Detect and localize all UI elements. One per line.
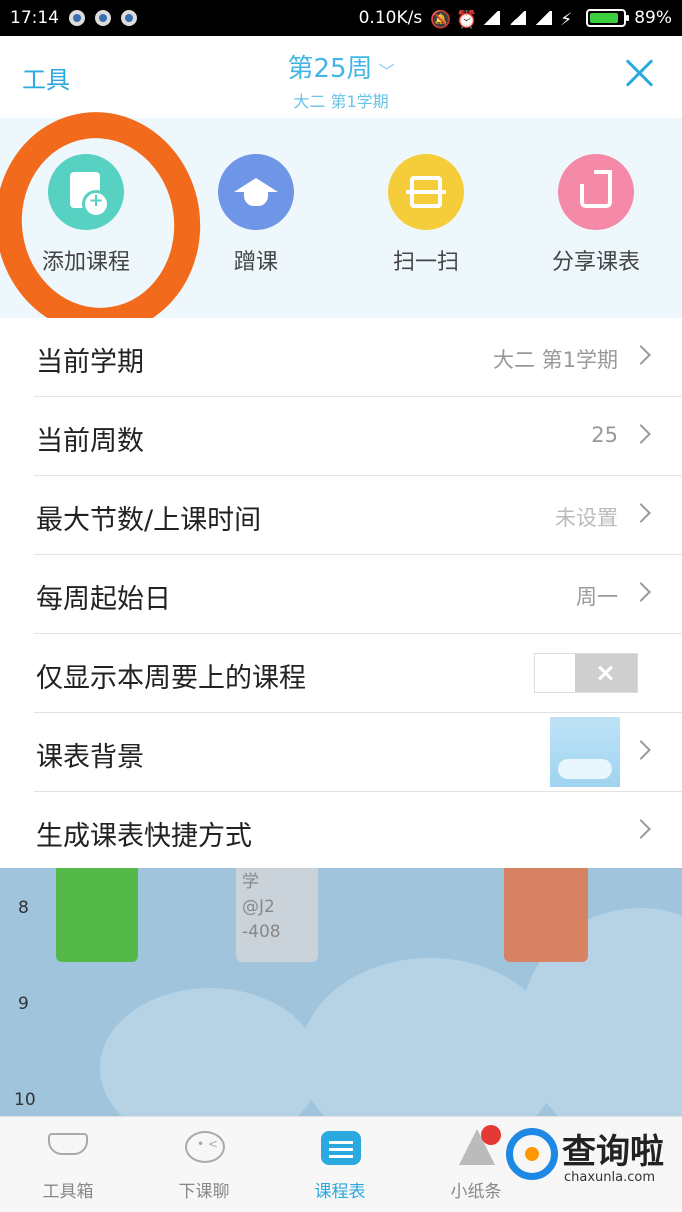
status-time: 17:14 (10, 8, 59, 28)
nav-timetable-label: 课程表 (314, 1182, 366, 1202)
toolbox-glyph (48, 1133, 88, 1155)
show-this-week-only-toggle[interactable] (534, 653, 638, 693)
course-card[interactable] (56, 868, 138, 962)
week-start-label: 每周起始日 (36, 584, 171, 615)
shortcut-row[interactable]: 生成课表快捷方式 (34, 792, 682, 871)
max-sections-row[interactable]: 最大节数/上课时间 未设置 (34, 476, 682, 555)
hour-label: 9 (18, 994, 29, 1014)
chat-glyph (185, 1131, 225, 1163)
background-thumbnail (550, 717, 620, 787)
toggle-off-x-icon (575, 654, 637, 692)
max-sections-label: 最大节数/上课时间 (36, 505, 262, 536)
mute-icon: 🔕 (430, 10, 452, 30)
notification-app-icon (69, 10, 85, 26)
battery-icon (586, 9, 630, 27)
week-selector[interactable]: 第25周 ﹀ (0, 48, 682, 85)
share-glyph (580, 184, 612, 208)
show-this-week-only-label: 仅显示本周要上的课程 (36, 663, 306, 694)
shortcut-label: 生成课表快捷方式 (36, 821, 252, 852)
week-start-row[interactable]: 每周起始日 周一 (34, 555, 682, 634)
alarm-icon: ⏰ (456, 10, 478, 30)
charging-icon: ⚡ (560, 10, 573, 30)
notification-app-icon-3 (121, 10, 137, 26)
battery-fill (590, 13, 619, 23)
max-sections-value: 未设置 (555, 506, 618, 530)
background-row[interactable]: 课表背景 (34, 713, 682, 792)
settings-list: 当前学期 大二 第1学期 当前周数 25 最大节数/上课时间 未设置 每周起始日… (0, 318, 682, 871)
show-this-week-only-row: 仅显示本周要上的课程 (34, 634, 682, 713)
nav-chat[interactable]: 下课聊 (136, 1127, 272, 1202)
network-speed: 0.10K/s (358, 8, 423, 28)
share-icon (558, 154, 634, 230)
nav-timetable[interactable]: 课程表 (272, 1127, 408, 1202)
cap-base (244, 192, 268, 206)
chevron-right-icon (631, 740, 651, 760)
current-week-value: 25 (591, 423, 618, 447)
signal-icon-2 (534, 11, 553, 25)
chevron-down-icon: ﹀ (378, 62, 395, 81)
share-timetable-label: 分享课表 (551, 250, 640, 275)
chat-icon (181, 1127, 227, 1167)
share-timetable-button[interactable]: 分享课表 (516, 154, 676, 276)
current-week-row[interactable]: 当前周数 25 (34, 397, 682, 476)
watermark-logo: 查询啦 chaxunla.com (506, 1124, 682, 1194)
week-start-value: 周一 (576, 585, 618, 609)
audit-course-label: 蹭课 (233, 250, 278, 275)
header: 工具 第25周 ﹀ 大二 第1学期 (0, 36, 682, 118)
background-label: 课表背景 (36, 742, 144, 773)
scan-label: 扫一扫 (392, 250, 459, 275)
chevron-right-icon (631, 582, 651, 602)
current-term-label: 当前学期 (36, 347, 144, 378)
hour-label: 10 (14, 1090, 36, 1110)
watermark-title: 查询啦 (562, 1132, 664, 1172)
term-subtitle: 大二 第1学期 (293, 92, 389, 111)
close-icon[interactable] (624, 58, 654, 88)
watermark-url: chaxunla.com (564, 1170, 655, 1185)
battery-percent: 89% (634, 8, 672, 28)
toolbox-icon (45, 1127, 91, 1167)
cap-top (234, 178, 278, 192)
course-card-line: @J2 (242, 897, 275, 917)
current-term-value: 大二 第1学期 (492, 348, 618, 372)
cloud-decoration (100, 988, 320, 1116)
current-term-row[interactable]: 当前学期 大二 第1学期 (34, 318, 682, 397)
notification-app-icon-2 (95, 10, 111, 26)
paper-plane-icon (453, 1125, 501, 1167)
course-card-line: 学 (242, 872, 259, 892)
timetable-glyph (321, 1131, 361, 1165)
notification-badge (481, 1125, 501, 1145)
scan-button[interactable]: 扫一扫 (346, 154, 506, 276)
chevron-right-icon (631, 819, 651, 839)
course-card[interactable] (504, 868, 588, 962)
nav-toolbox[interactable]: 工具箱 (0, 1127, 136, 1202)
search-logo-icon (506, 1128, 558, 1180)
nav-toolbox-label: 工具箱 (42, 1182, 94, 1202)
signal-icon (508, 11, 527, 25)
hour-label: 8 (18, 898, 29, 918)
course-card-line: -408 (242, 922, 281, 942)
nav-chat-label: 下课聊 (178, 1182, 230, 1202)
status-right: 0.10K/s 🔕 ⏰ ⚡ 89% (358, 8, 672, 30)
timetable-icon (317, 1127, 363, 1167)
audit-course-button[interactable]: 蹭课 (176, 154, 336, 276)
current-week-label: 当前周数 (36, 426, 144, 457)
week-title: 第25周 (287, 54, 373, 84)
scan-icon (388, 154, 464, 230)
chevron-right-icon (631, 345, 651, 365)
wifi-icon (482, 11, 501, 25)
course-card[interactable]: 学 @J2 -408 (236, 868, 318, 962)
chevron-right-icon (631, 424, 651, 444)
timetable-background: 学 @J2 -408 8 9 10 (0, 868, 682, 1116)
status-bar: 17:14 0.10K/s 🔕 ⏰ ⚡ 89% (0, 0, 682, 36)
graduation-cap-icon (218, 154, 294, 230)
chevron-right-icon (631, 503, 651, 523)
scan-glyph (406, 176, 446, 208)
